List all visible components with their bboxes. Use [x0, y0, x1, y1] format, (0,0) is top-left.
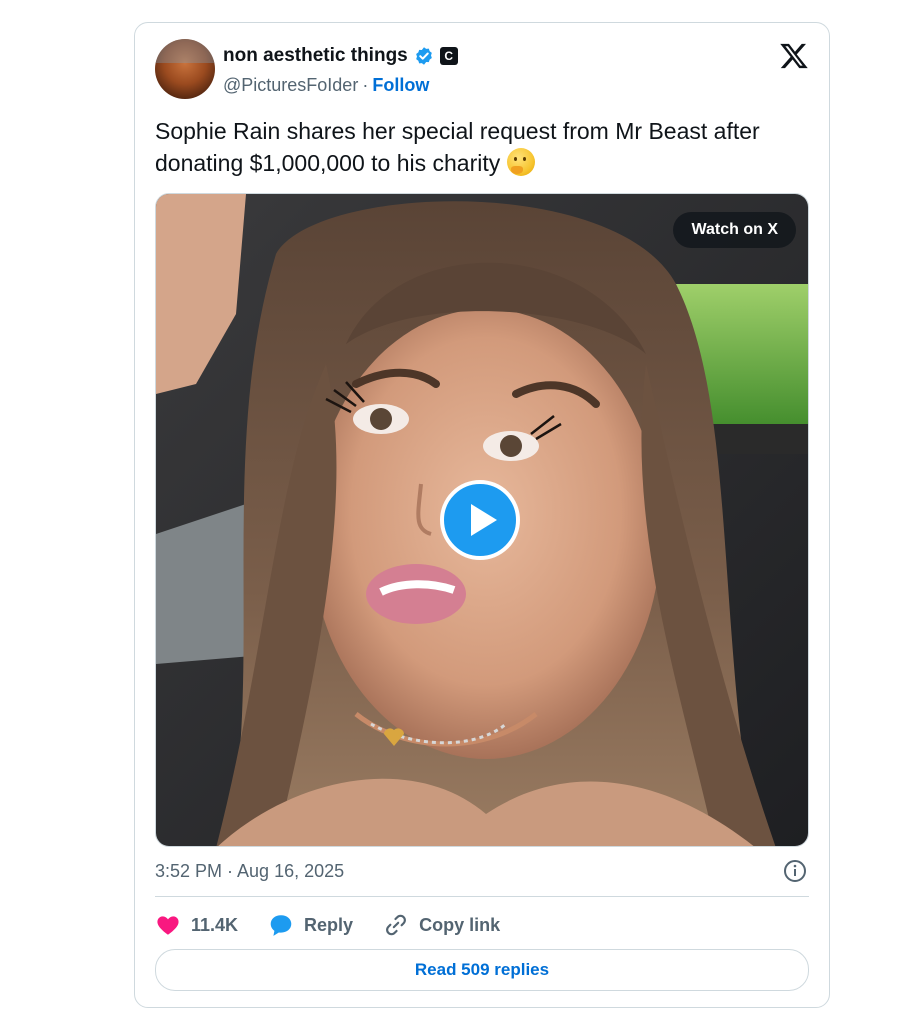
action-bar: 11.4K Reply Copy link: [155, 911, 530, 939]
affiliate-badge-icon: C: [439, 47, 458, 65]
heart-icon: [157, 916, 179, 935]
copy-link-button[interactable]: Copy link: [383, 912, 500, 938]
handle-separator: ·: [362, 75, 369, 95]
video-player[interactable]: Watch on X: [155, 193, 809, 847]
play-icon: [470, 504, 497, 536]
tweet-timestamp[interactable]: 3:52 PM · Aug 16, 2025: [155, 861, 344, 882]
reply-bubble-icon: [270, 915, 292, 936]
link-icon: [386, 914, 407, 936]
watch-on-x-button[interactable]: Watch on X: [673, 212, 796, 248]
tweet-card: non aesthetic things C @PicturesFoIder ·…: [134, 22, 830, 1008]
x-logo-icon[interactable]: [779, 41, 809, 71]
like-button[interactable]: 11.4K: [155, 912, 238, 938]
author-handle-row: @PicturesFoIder · Follow: [223, 75, 429, 96]
play-button[interactable]: [440, 480, 520, 560]
reply-button[interactable]: Reply: [268, 912, 353, 938]
reply-label: Reply: [304, 914, 354, 935]
verified-badge-icon: [415, 47, 432, 65]
tweet-text-body: Sophie Rain shares her special request f…: [155, 118, 760, 176]
read-replies-button[interactable]: Read 509 replies: [155, 949, 809, 991]
author-handle[interactable]: @PicturesFoIder: [223, 75, 358, 96]
author-name-row: non aesthetic things C: [223, 45, 458, 67]
divider: [155, 896, 809, 897]
author-avatar[interactable]: [155, 39, 215, 99]
author-display-name[interactable]: non aesthetic things: [223, 45, 408, 67]
thinking-face-icon: [506, 148, 535, 176]
copy-link-label: Copy link: [419, 914, 501, 935]
follow-button[interactable]: Follow: [372, 75, 429, 96]
tweet-text: Sophie Rain shares her special request f…: [155, 115, 815, 179]
info-icon[interactable]: [783, 859, 807, 883]
like-count: 11.4K: [191, 914, 239, 935]
